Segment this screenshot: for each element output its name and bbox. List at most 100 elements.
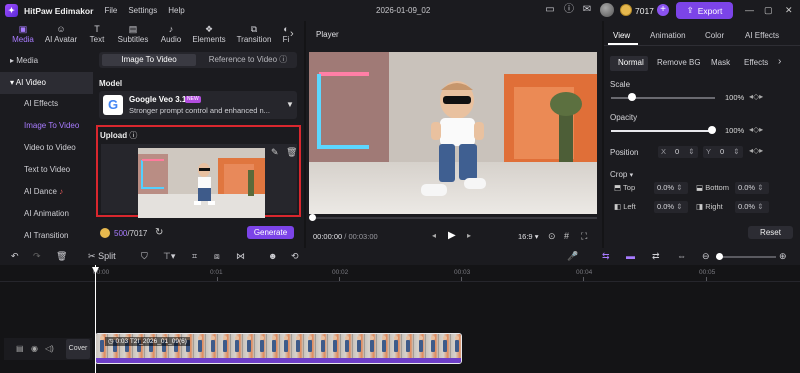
trash-icon[interactable]: 🗑: [286, 147, 297, 158]
cover-button[interactable]: Cover: [66, 339, 90, 359]
shield-icon[interactable]: ⛉: [141, 251, 148, 262]
playhead[interactable]: [95, 265, 96, 373]
tab-reference-to-video[interactable]: Reference to Video ⓘ: [203, 54, 293, 66]
tab-ai-effects[interactable]: AI Effects: [745, 31, 779, 40]
zoom-out-icon[interactable]: ⊖: [702, 251, 710, 262]
upload-dropzone[interactable]: ✎ 🗑: [101, 144, 297, 218]
split-button[interactable]: ✂ Split: [88, 251, 116, 262]
next-frame-icon[interactable]: ▸: [467, 231, 471, 240]
keyframe-icon[interactable]: ◂◇▸: [749, 125, 763, 134]
sidebar-item-ai-animation[interactable]: AI Animation: [0, 203, 93, 225]
position-x-field[interactable]: X 0 ⇕: [658, 146, 698, 158]
preview-video[interactable]: [309, 52, 597, 214]
sidebar-item-video-to-video[interactable]: Video to Video: [0, 137, 93, 159]
minimize-icon[interactable]: —: [745, 5, 754, 15]
grid-icon[interactable]: #: [564, 231, 569, 241]
zoom-slider[interactable]: [716, 256, 776, 258]
chevron-right-icon[interactable]: ›: [778, 56, 781, 67]
opacity-slider-handle[interactable]: [708, 126, 716, 134]
track-lock-icon[interactable]: ▤: [16, 344, 24, 353]
menu-file[interactable]: File: [104, 6, 117, 15]
zoom-in-icon[interactable]: ⊕: [779, 251, 787, 262]
scale-value[interactable]: 100%: [725, 93, 744, 102]
menu-help[interactable]: Help: [168, 6, 184, 15]
tab-elements[interactable]: ❖ Elements: [189, 24, 229, 44]
sidebar-item-media[interactable]: ▸ Media: [0, 50, 93, 72]
ai-face-icon[interactable]: ☻: [268, 251, 277, 262]
snapshot-icon[interactable]: ⊙: [548, 231, 556, 242]
scale-slider[interactable]: [611, 97, 715, 99]
delete-icon[interactable]: 🗑: [56, 251, 67, 262]
tab-audio[interactable]: ♪ Audio: [157, 24, 185, 44]
sidebar-item-image-to-video[interactable]: Image To Video: [0, 115, 93, 137]
keyframe-icon[interactable]: ◂◇▸: [749, 92, 763, 101]
text-tool-icon[interactable]: ⊤▾: [163, 251, 175, 262]
position-y-field[interactable]: Y 0 ⇕: [703, 146, 743, 158]
zoom-slider-handle[interactable]: [716, 253, 723, 260]
subtab-mask[interactable]: Mask: [711, 58, 730, 67]
aspect-ratio-select[interactable]: 16:9 ▾: [518, 232, 538, 241]
split-track-icon[interactable]: ⇄: [652, 251, 660, 262]
edit-icon[interactable]: ✎: [271, 147, 279, 158]
crop-right-field[interactable]: 0.0% ⇕: [735, 201, 769, 213]
keyframe-icon[interactable]: ◂◇▸: [749, 146, 763, 155]
crop-left-field[interactable]: 0.0% ⇕: [654, 201, 688, 213]
export-button[interactable]: ⇪ Export: [676, 2, 733, 19]
tab-ai-avatar[interactable]: ☺ AI Avatar: [41, 24, 81, 44]
ai-edit-icon[interactable]: ⟲: [291, 251, 299, 262]
scale-slider-handle[interactable]: [628, 93, 636, 101]
model-select[interactable]: G Google Veo 3.1 NEW Stronger prompt con…: [99, 91, 297, 119]
prev-frame-icon[interactable]: ◂: [432, 231, 436, 240]
track-mute-icon[interactable]: ◁): [45, 344, 54, 353]
opacity-slider[interactable]: [611, 130, 715, 132]
reset-button[interactable]: Reset: [748, 226, 793, 239]
add-credits-button[interactable]: +: [657, 4, 669, 16]
seek-bar[interactable]: [309, 217, 597, 219]
crop-bottom-field[interactable]: 0.0% ⇕: [735, 182, 769, 194]
crop-icon[interactable]: ⌗: [192, 251, 197, 262]
mirror-icon[interactable]: ⋈: [236, 251, 245, 262]
avatar[interactable]: [600, 3, 614, 17]
video-clip[interactable]: ◷ 0:03 T2I_2026_01_09(6): [95, 333, 462, 364]
subtab-effects[interactable]: Effects: [744, 58, 768, 67]
menu-settings[interactable]: Settings: [128, 6, 157, 15]
redo-icon[interactable]: ↷: [33, 251, 41, 262]
crop-label[interactable]: Crop ▾: [610, 170, 633, 179]
tab-text[interactable]: T Text: [86, 24, 108, 44]
snap-icon[interactable]: ▬: [626, 251, 635, 262]
tab-color[interactable]: Color: [705, 31, 724, 40]
close-icon[interactable]: ✕: [785, 5, 793, 16]
subtab-normal[interactable]: Normal: [618, 58, 644, 67]
link-icon[interactable]: ⇆: [602, 251, 610, 262]
sidebar-item-ai-video[interactable]: ▾ AI Video: [0, 72, 93, 94]
tab-media[interactable]: ▣ Media: [9, 24, 37, 44]
sidebar-item-ai-dance[interactable]: AI Dance ♪: [0, 181, 93, 203]
sidebar-item-text-to-video[interactable]: Text to Video: [0, 159, 93, 181]
seek-handle[interactable]: [309, 214, 316, 221]
generate-button[interactable]: Generate: [247, 226, 294, 239]
tab-animation[interactable]: Animation: [650, 31, 686, 40]
subtab-remove-bg[interactable]: Remove BG: [657, 58, 701, 67]
microphone-icon[interactable]: 🎤: [567, 251, 578, 262]
ripple-icon[interactable]: ⇔: [677, 251, 686, 262]
refresh-icon[interactable]: ↻: [155, 227, 163, 238]
screen-icon[interactable]: ▭: [544, 4, 556, 16]
opacity-value[interactable]: 100%: [725, 126, 744, 135]
mail-icon[interactable]: ✉: [581, 4, 593, 16]
tab-subtitles[interactable]: ▤ Subtitles: [113, 24, 153, 44]
track-visibility-icon[interactable]: ◉: [31, 344, 38, 353]
freeze-icon[interactable]: ⧈: [214, 251, 220, 262]
tab-view[interactable]: View: [613, 31, 630, 40]
crop-top-field[interactable]: 0.0% ⇕: [654, 182, 688, 194]
undo-icon[interactable]: ↶: [11, 251, 19, 262]
sidebar-item-ai-transition[interactable]: AI Transition: [0, 225, 93, 247]
tab-transition[interactable]: ⧉ Transition: [233, 24, 275, 44]
chevron-right-icon[interactable]: ›: [290, 28, 294, 40]
info-icon[interactable]: ⓘ: [563, 4, 575, 16]
maximize-icon[interactable]: ▢: [764, 5, 773, 16]
play-icon[interactable]: ▶: [448, 230, 456, 241]
tab-image-to-video[interactable]: Image To Video: [102, 54, 196, 66]
sidebar-item-ai-effects[interactable]: AI Effects: [0, 93, 93, 115]
fullscreen-icon[interactable]: ⛶: [581, 231, 587, 242]
timeline[interactable]: 00:00 0:01 00:02 00:03 00:04 00:05 ▤ ◉ ◁…: [0, 265, 800, 373]
